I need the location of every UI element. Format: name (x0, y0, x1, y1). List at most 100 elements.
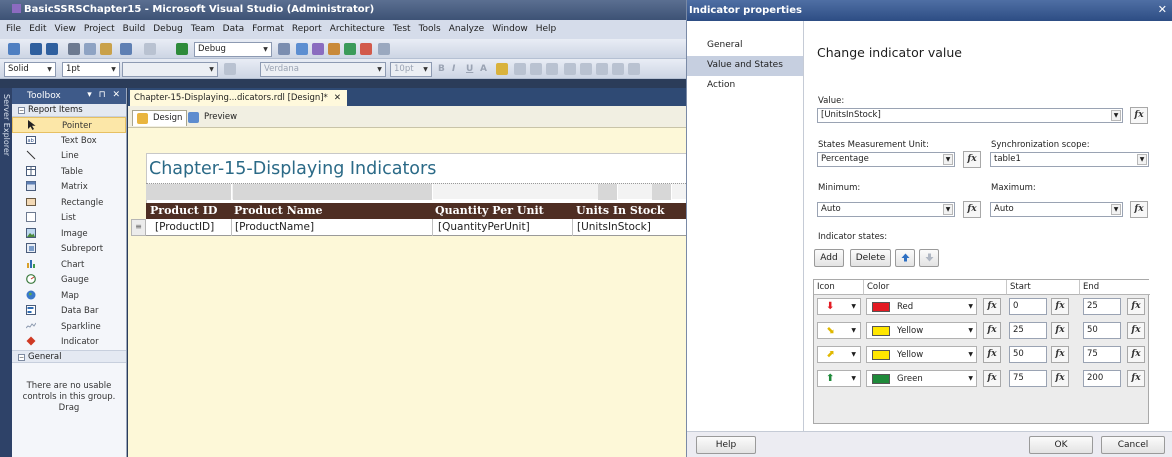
value-expression-button[interactable]: fx (1130, 107, 1148, 124)
menu-project[interactable]: Project (84, 24, 115, 34)
cell-product-id[interactable]: [ProductID] (155, 221, 214, 233)
font-size-select[interactable]: 10pt ▼ (390, 62, 432, 77)
indicator-states-grid[interactable]: Icon Color Start End ⬇ ▼ Red ▼ fx 0 fx 25 … (813, 279, 1150, 424)
increase-indent-icon[interactable] (612, 63, 624, 75)
cell-quantity-per-unit[interactable]: [QuantityPerUnit] (438, 221, 530, 233)
state-end-input[interactable]: 50 (1083, 322, 1121, 339)
color-expression-button[interactable]: fx (983, 298, 1001, 315)
toolbox-item-sparkline[interactable]: Sparkline (12, 319, 126, 335)
cut-icon[interactable] (68, 43, 80, 55)
menu-test[interactable]: Test (393, 24, 411, 34)
state-color-select[interactable]: Red ▼ (866, 298, 977, 315)
start-expression-button[interactable]: fx (1051, 298, 1069, 315)
object-browser-icon[interactable] (360, 43, 372, 55)
column-handle[interactable] (233, 184, 433, 200)
undo-icon[interactable] (120, 43, 132, 55)
end-expression-button[interactable]: fx (1127, 322, 1145, 339)
menu-edit[interactable]: Edit (29, 24, 46, 34)
delete-state-button[interactable]: Delete (850, 249, 891, 267)
menu-analyze[interactable]: Analyze (449, 24, 484, 34)
bullets-icon[interactable] (564, 63, 576, 75)
measurement-unit-select[interactable]: Percentage ▼ (817, 152, 955, 167)
close-icon[interactable]: ✕ (1158, 3, 1167, 16)
server-explorer-tab[interactable]: Server Explorer (0, 88, 12, 457)
redo-icon[interactable] (144, 43, 156, 55)
tab-design[interactable]: Design (132, 110, 188, 126)
italic-button[interactable]: I (452, 64, 455, 74)
border-color-select[interactable]: ▼ (122, 62, 218, 77)
add-state-button[interactable]: Add (814, 249, 844, 267)
state-end-input[interactable]: 200 (1083, 370, 1121, 387)
ok-button[interactable]: OK (1029, 436, 1093, 454)
solution-configuration-select[interactable]: Debug ▼ (194, 42, 272, 57)
maximum-combo[interactable]: Auto ▼ (990, 202, 1123, 217)
nav-general[interactable]: General (687, 36, 803, 56)
table-header-row[interactable]: Product ID Product Name Quantity Per Uni… (146, 203, 686, 219)
toolbox-item-image[interactable]: Image (12, 226, 126, 242)
justify-icon[interactable] (628, 63, 640, 75)
menu-architecture[interactable]: Architecture (330, 24, 385, 34)
toolbox-item-indicator[interactable]: Indicator (12, 334, 126, 350)
cell-product-name[interactable]: [ProductName] (235, 221, 314, 233)
underline-button[interactable]: U (466, 64, 473, 74)
toolbox-item-chart[interactable]: Chart (12, 257, 126, 273)
color-expression-button[interactable]: fx (983, 322, 1001, 339)
toolbox-item-matrix[interactable]: Matrix (12, 179, 126, 195)
toolbox-item-table[interactable]: Table (12, 164, 126, 180)
toolbox-item-databar[interactable]: Data Bar (12, 303, 126, 319)
numbering-icon[interactable] (580, 63, 592, 75)
table-detail-row[interactable]: [ProductID] [ProductName] [QuantityPerUn… (146, 219, 686, 236)
menu-team[interactable]: Team (191, 24, 215, 34)
state-end-input[interactable]: 25 (1083, 298, 1121, 315)
synchronization-scope-select[interactable]: table1 ▼ (990, 152, 1149, 167)
find-icon[interactable] (278, 43, 290, 55)
toolbox-item-rectangle[interactable]: Rectangle (12, 195, 126, 211)
state-end-input[interactable]: 75 (1083, 346, 1121, 363)
bold-button[interactable]: B (438, 64, 445, 74)
solution-explorer-icon[interactable] (296, 43, 308, 55)
align-left-icon[interactable] (514, 63, 526, 75)
menu-data[interactable]: Data (223, 24, 245, 34)
cancel-button[interactable]: Cancel (1101, 436, 1165, 454)
state-start-input[interactable]: 25 (1009, 322, 1047, 339)
value-combo[interactable]: [UnitsInStock] ▼ (817, 108, 1123, 123)
close-icon[interactable]: ✕ (334, 93, 341, 103)
border-style-select[interactable]: Solid ▼ (4, 62, 56, 77)
start-expression-button[interactable]: fx (1051, 370, 1069, 387)
toolbox-icon[interactable] (328, 43, 340, 55)
border-width-select[interactable]: 1pt ▼ (62, 62, 120, 77)
menu-tools[interactable]: Tools (419, 24, 441, 34)
font-color-button[interactable]: A (480, 64, 487, 74)
align-center-icon[interactable] (530, 63, 542, 75)
state-icon-picker[interactable]: ⬆ ▼ (817, 370, 861, 387)
toolbox-item-gauge[interactable]: Gauge (12, 272, 126, 288)
copy-icon[interactable] (84, 43, 96, 55)
report-data-icon[interactable] (344, 43, 356, 55)
unit-expression-button[interactable]: fx (963, 151, 981, 168)
paste-icon[interactable] (100, 43, 112, 55)
row-handle-icon[interactable]: ≡ (131, 219, 146, 236)
font-family-select[interactable]: Verdana ▼ (260, 62, 386, 77)
menu-view[interactable]: View (55, 24, 76, 34)
borders-icon[interactable] (224, 63, 236, 75)
state-color-select[interactable]: Yellow ▼ (866, 322, 977, 339)
nav-action[interactable]: Action (687, 76, 803, 96)
color-expression-button[interactable]: fx (983, 370, 1001, 387)
column-handle[interactable] (598, 184, 618, 200)
menu-debug[interactable]: Debug (153, 24, 183, 34)
state-color-select[interactable]: Green ▼ (866, 370, 977, 387)
header-units-in-stock[interactable]: Units In Stock (576, 204, 665, 217)
state-icon-picker[interactable]: ⬈ ▼ (817, 346, 861, 363)
cell-units-in-stock[interactable]: [UnitsInStock] (577, 221, 651, 233)
menu-format[interactable]: Format (252, 24, 284, 34)
toolbox-window-buttons[interactable]: ▾ ⊓ ✕ (87, 90, 122, 100)
header-product-name[interactable]: Product Name (234, 204, 323, 217)
color-expression-button[interactable]: fx (983, 346, 1001, 363)
align-right-icon[interactable] (546, 63, 558, 75)
toolbox-item-pointer[interactable]: Pointer (12, 117, 126, 133)
state-color-select[interactable]: Yellow ▼ (866, 346, 977, 363)
column-handle[interactable] (146, 184, 232, 200)
help-button[interactable]: Help (696, 436, 756, 454)
minimum-combo[interactable]: Auto ▼ (817, 202, 955, 217)
save-icon[interactable] (30, 43, 42, 55)
